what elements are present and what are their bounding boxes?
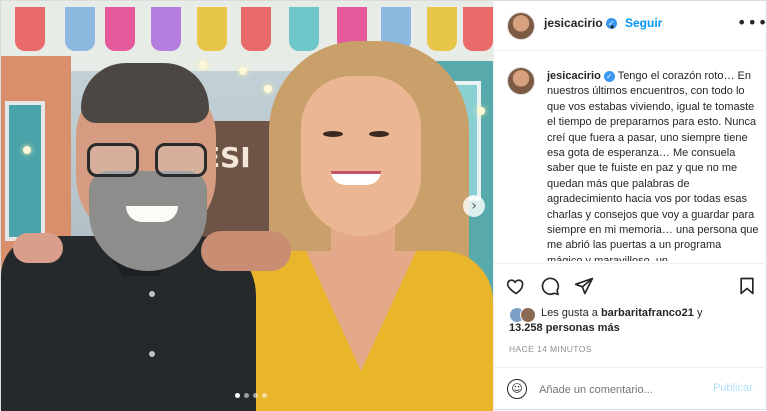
set-window-left: [5, 101, 45, 241]
carousel-indicator: [211, 393, 291, 401]
woman-face: [301, 76, 421, 236]
paper-lantern: [15, 7, 45, 51]
man-arm: [201, 231, 291, 271]
paper-lantern: [427, 7, 457, 51]
post-photo[interactable]: ESI ›: [1, 1, 493, 411]
woman-smile: [331, 171, 381, 185]
header-username-row: jesicacirio ✓: [544, 16, 617, 30]
heart-icon[interactable]: [506, 276, 526, 296]
likes-summary: Les gusta a barbaritafranco21 y 13.258 p…: [509, 306, 764, 336]
carousel-dot: [235, 393, 240, 398]
carousel-dot: [262, 393, 267, 398]
light-bulb: [239, 67, 247, 75]
likes-prefix: Les gusta a: [541, 307, 598, 319]
comment-bar: ☺ Publicar: [493, 367, 767, 411]
glasses-lens: [87, 143, 139, 177]
smiley-icon[interactable]: ☺: [507, 379, 527, 399]
header-username[interactable]: jesicacirio: [544, 16, 603, 30]
light-bulb: [264, 85, 272, 93]
likes-count[interactable]: 13.258 personas más: [509, 322, 620, 334]
action-bar: [494, 263, 767, 303]
woman-eye: [369, 131, 389, 137]
woman-hand: [13, 233, 63, 263]
likes-user[interactable]: barbaritafranco21: [601, 307, 694, 319]
caption-text: Tengo el corazón roto… En nuestros últim…: [547, 70, 759, 261]
likes-connector: y: [696, 307, 703, 319]
glasses-lens: [155, 143, 207, 177]
header-separator: •: [610, 20, 615, 34]
paper-plane-icon[interactable]: [574, 276, 594, 296]
carousel-dot: [253, 393, 258, 398]
man-glasses: [87, 143, 211, 183]
light-bulb: [23, 146, 31, 154]
paper-lantern: [105, 7, 135, 51]
paper-lantern: [463, 7, 493, 51]
comment-input[interactable]: [539, 381, 699, 399]
post-caption: jesicacirio ✓ Tengo el corazón roto… En n…: [547, 69, 759, 261]
ellipsis-icon[interactable]: •••: [737, 13, 767, 32]
caption-avatar[interactable]: [507, 67, 535, 95]
paper-lantern: [241, 7, 271, 51]
chevron-right-icon[interactable]: ›: [463, 195, 485, 217]
paper-lantern: [65, 7, 95, 51]
follow-button[interactable]: Seguir: [625, 16, 662, 30]
light-bulb: [199, 61, 207, 69]
woman-eye: [323, 131, 343, 137]
paper-lantern: [289, 7, 319, 51]
carousel-dot: [244, 393, 249, 398]
light-bulb: [477, 107, 485, 115]
man-smile: [126, 206, 178, 222]
shirt-button: [149, 351, 155, 357]
post-timestamp[interactable]: HACE 14 MINUTOS: [509, 344, 592, 354]
bookmark-icon[interactable]: [737, 276, 757, 296]
instagram-post: ESI › jesicacirio ✓ • Seguir ••• jesicac…: [0, 0, 767, 411]
man-hair: [81, 63, 209, 123]
shirt-button: [149, 291, 155, 297]
publish-button[interactable]: Publicar: [713, 382, 753, 394]
paper-lantern: [151, 7, 181, 51]
paper-lantern: [197, 7, 227, 51]
verified-badge-icon: ✓: [603, 70, 615, 82]
caption-username[interactable]: jesicacirio: [547, 70, 601, 82]
comment-icon[interactable]: [540, 276, 560, 296]
avatar[interactable]: [507, 12, 535, 40]
